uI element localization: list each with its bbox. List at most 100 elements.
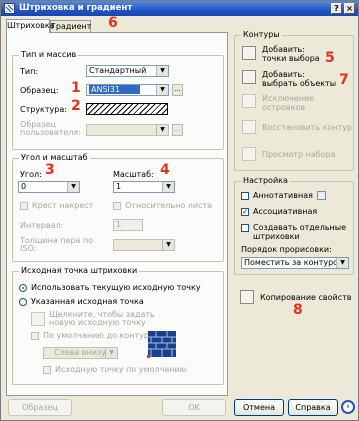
chevron-down-icon: ▼ (156, 66, 168, 76)
chevron-down-icon: ▼ (162, 240, 174, 250)
pen-width-combo[interactable]: ▼ (113, 239, 175, 251)
marker-5: 5 (325, 50, 335, 66)
ok-button[interactable]: OK (162, 399, 226, 416)
specified-origin-radio[interactable] (19, 298, 27, 306)
window-title: Штриховка и градиент (19, 3, 133, 13)
type-label: Тип: (20, 67, 39, 76)
recreate-boundary-label[interactable]: Восстановить контур (262, 123, 352, 132)
angle-label: Угол: (20, 170, 42, 179)
preview-button[interactable]: Образец (8, 399, 72, 416)
close-title-button[interactable]: × (344, 3, 355, 14)
chevron-down-icon: ▼ (336, 258, 348, 268)
angle-scale-title: Угол и масштаб (19, 153, 90, 162)
pen-width-label: Толщина пера по ISO: (20, 236, 94, 253)
marker-2: 2 (71, 98, 81, 114)
create-separate-label: Создавать отдельные штриховки (253, 223, 347, 241)
more-options-button[interactable]: › (341, 400, 355, 414)
options-title: Настройка (241, 176, 290, 185)
pattern-swatch[interactable] (86, 103, 168, 115)
marker-8: 8 (293, 302, 303, 318)
relative-checkbox[interactable] (113, 202, 121, 210)
structure-label: Структура: (20, 105, 67, 114)
relative-label: Относительно листа (125, 201, 213, 210)
add-select-objects-icon[interactable] (242, 70, 256, 84)
use-current-origin-label: Использовать текущую исходную точку (31, 283, 201, 292)
draw-order-value: Поместить за контуром (244, 258, 345, 267)
tab-hatch[interactable]: Штриховка (6, 19, 55, 33)
click-set-origin-label: Щелкните, чтобы задать новую исходную то… (49, 310, 155, 327)
origin-position-value: Слева внизу (54, 348, 106, 357)
type-value: Стандартный (89, 66, 147, 75)
type-pattern-group: Тип и массив Тип: Стандартный ▼ Образец:… (12, 50, 224, 150)
interval-label: Интервал: (20, 221, 64, 230)
hatch-app-icon (4, 3, 15, 14)
chevron-down-icon: ▼ (67, 182, 79, 192)
marker-4: 4 (160, 162, 170, 178)
interval-input[interactable]: 1 (113, 219, 143, 231)
pattern-label: Образец: (20, 86, 59, 95)
scale-label: Масштаб: (113, 170, 154, 179)
help-title-button[interactable]: ? (331, 3, 342, 14)
annotative-checkbox[interactable] (241, 192, 249, 200)
hatch-origin-group: Исходная точка штриховки Использовать те… (12, 266, 224, 385)
default-boundary-label: По умолчанию до контура (43, 331, 154, 340)
options-group: Настройка Аннотативная ✓ Ассоциативная С… (234, 176, 354, 275)
view-selection-label[interactable]: Просмотр набора (262, 150, 336, 159)
type-combo[interactable]: Стандартный ▼ (86, 65, 169, 77)
marker-7: 7 (339, 72, 349, 88)
draw-order-label: Порядок прорисовки: (241, 245, 332, 254)
inherit-properties-label[interactable]: Копирование свойств (260, 293, 351, 302)
custom-pattern-label: Образец пользователя: (20, 120, 81, 137)
scale-value: 1 (116, 182, 122, 191)
add-pick-points-icon[interactable] (242, 46, 256, 60)
specified-origin-label: Указанная исходная точка (31, 297, 144, 306)
annotative-label: Аннотативная (253, 191, 313, 200)
cancel-button[interactable]: Отмена (234, 399, 284, 416)
double-checkbox[interactable] (20, 202, 28, 210)
double-label: Крест накрест (32, 201, 94, 210)
draw-order-combo[interactable]: Поместить за контуром ▼ (241, 257, 349, 269)
boundaries-title: Контуры (241, 30, 282, 39)
inherit-properties-icon[interactable] (240, 290, 254, 304)
custom-browse-button[interactable]: ... (172, 124, 183, 136)
boundaries-group: Контуры Добавить: точки выбора 5 Добавит… (234, 30, 354, 171)
add-select-objects-label[interactable]: Добавить: выбрать объекты (262, 70, 337, 88)
view-selection-icon[interactable] (242, 147, 256, 161)
store-default-checkbox[interactable] (43, 366, 51, 374)
angle-combo[interactable]: 0 ▼ (18, 181, 80, 193)
chevron-down-icon: ▼ (156, 85, 168, 95)
add-pick-points-label[interactable]: Добавить: точки выбора (262, 45, 322, 63)
associative-label: Ассоциативная (253, 207, 318, 216)
pattern-value: ANSI31 (89, 85, 141, 94)
help-button[interactable]: Справка (288, 399, 338, 416)
default-boundary-checkbox[interactable] (31, 332, 39, 340)
remove-islands-icon[interactable] (242, 94, 256, 108)
custom-pattern-combo[interactable]: ▼ (86, 124, 169, 136)
chevron-down-icon: ▼ (105, 348, 117, 358)
use-current-origin-radio[interactable] (19, 284, 27, 292)
hatch-origin-title: Исходная точка штриховки (19, 266, 140, 275)
marker-6: 6 (108, 15, 118, 31)
title-bar: Штриховка и градиент ? × (1, 1, 358, 16)
create-separate-checkbox[interactable] (241, 224, 249, 232)
chevron-down-icon: ▼ (162, 182, 174, 192)
info-icon[interactable] (317, 191, 326, 200)
associative-checkbox[interactable]: ✓ (241, 208, 249, 216)
pick-origin-icon[interactable] (31, 312, 45, 326)
angle-scale-group: Угол и масштаб Угол: 3 0 ▼ Масштаб: 4 1 … (12, 153, 224, 262)
pattern-combo[interactable]: ANSI31 ▼ (86, 84, 169, 96)
type-pattern-title: Тип и массив (19, 50, 79, 59)
marker-1: 1 (71, 80, 81, 96)
marker-3: 3 (45, 162, 55, 178)
recreate-boundary-icon[interactable] (242, 120, 256, 134)
hatch-tab-panel: Тип и массив Тип: Стандартный ▼ Образец:… (6, 32, 228, 396)
origin-position-combo[interactable]: Слева внизу ▼ (43, 347, 118, 359)
scale-combo[interactable]: 1 ▼ (113, 181, 175, 193)
brick-preview-icon (147, 331, 176, 358)
angle-value: 0 (21, 182, 27, 191)
pattern-browse-button[interactable]: ... (172, 84, 183, 96)
store-default-label: Исходную точку по умолчанию (55, 365, 187, 374)
chevron-down-icon: ▼ (156, 125, 168, 135)
remove-islands-label[interactable]: Исключение островков (262, 94, 332, 112)
hatch-gradient-dialog: Штриховка и градиент ? × Штриховка Гради… (0, 0, 359, 421)
